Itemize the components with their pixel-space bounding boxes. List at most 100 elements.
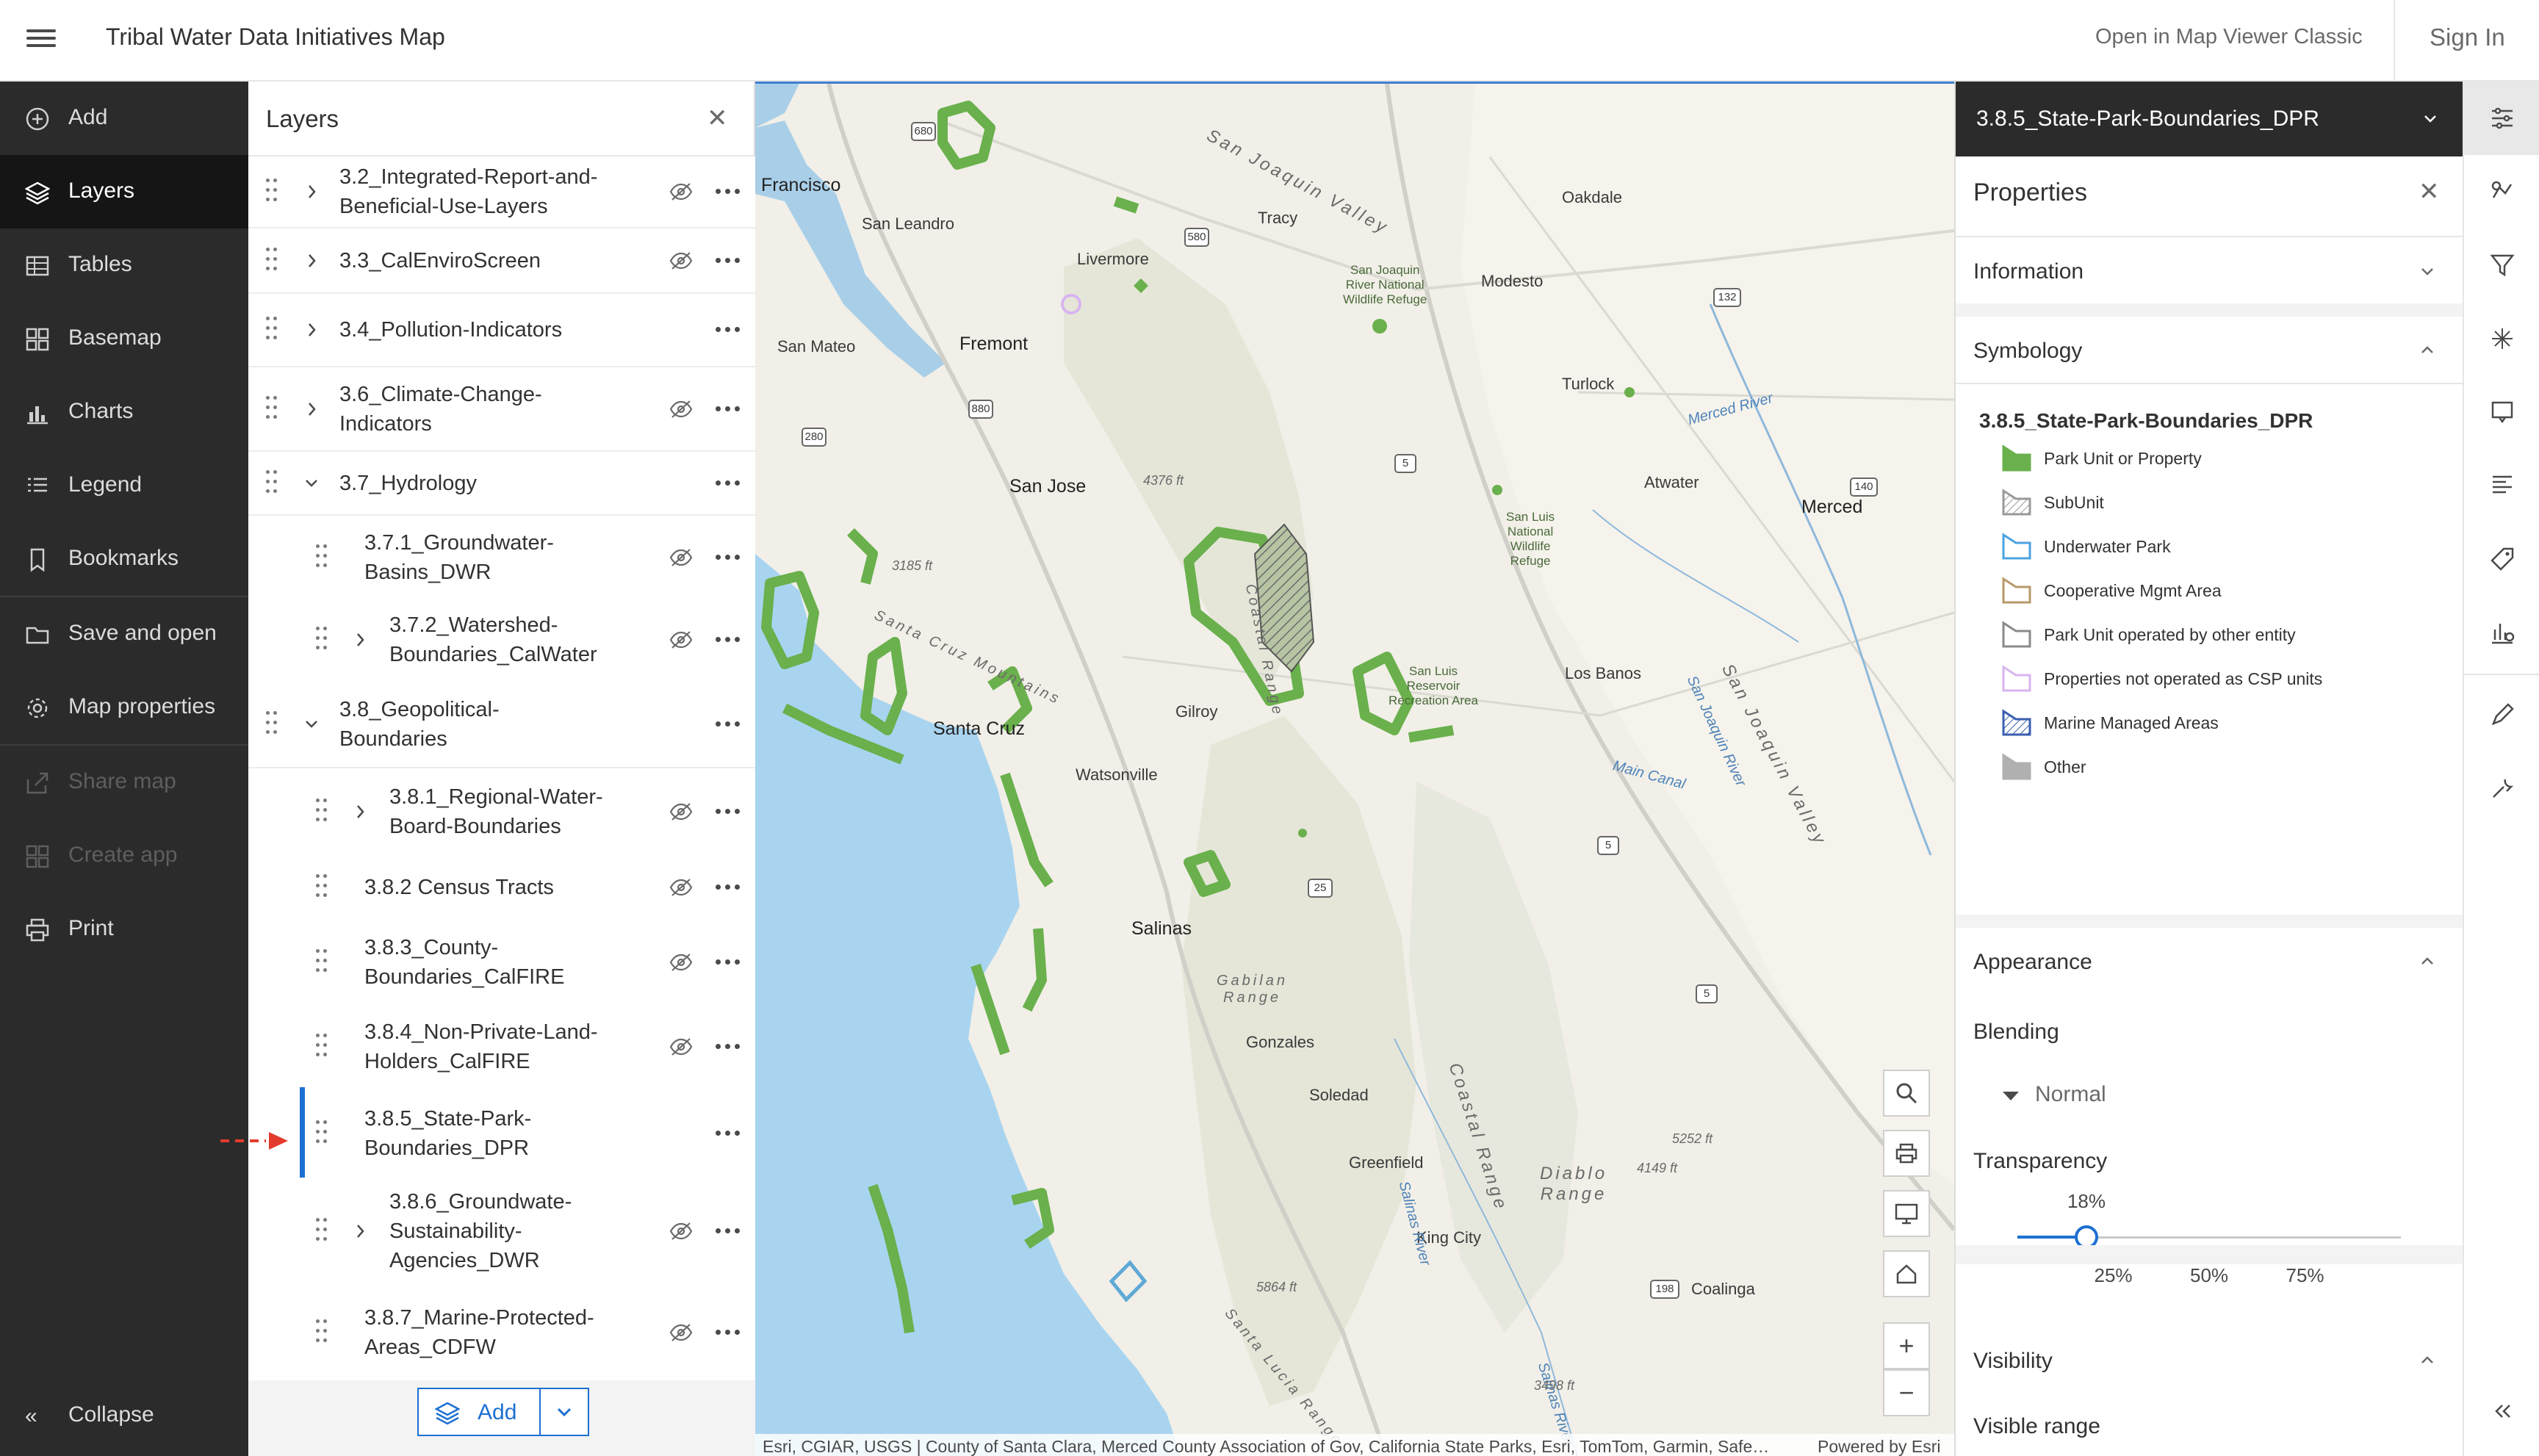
layer-row[interactable]: 3.7.2_Watershed- Boundaries_CalWater (248, 599, 755, 681)
more-options-icon[interactable] (716, 406, 742, 412)
eye-off-icon[interactable] (669, 1037, 694, 1057)
drag-handle-icon[interactable] (266, 395, 281, 422)
layer-row[interactable]: 3.8.5_State-Park- Boundaries_DPR (248, 1087, 755, 1179)
nav-legend[interactable]: Legend (0, 449, 248, 522)
drag-handle-icon[interactable] (316, 873, 331, 901)
eye-off-icon[interactable] (669, 399, 694, 419)
layer-row[interactable]: 3.8_Geopolitical- Boundaries (248, 681, 755, 768)
chevron-right-icon[interactable] (303, 181, 320, 202)
drag-handle-icon[interactable] (316, 1217, 331, 1244)
open-classic-link[interactable]: Open in Map Viewer Classic (2095, 25, 2363, 49)
eye-off-icon[interactable] (669, 952, 694, 973)
nav-map-properties[interactable]: Map properties (0, 671, 248, 744)
drag-handle-icon[interactable] (266, 710, 281, 738)
close-icon[interactable]: ✕ (2419, 177, 2440, 206)
more-options-icon[interactable] (716, 189, 742, 195)
eye-off-icon[interactable] (669, 1322, 694, 1343)
sign-in-button[interactable]: Sign In (2430, 24, 2505, 51)
styles-tool-button[interactable] (2464, 155, 2539, 228)
drag-handle-icon[interactable] (266, 469, 281, 497)
information-section-header[interactable]: Information (1956, 237, 2464, 303)
more-options-icon[interactable] (716, 1329, 742, 1336)
layer-row[interactable]: 3.3_CalEnviroScreen (248, 228, 755, 294)
map-fullscreen-button[interactable] (1883, 1190, 1930, 1237)
layer-row[interactable]: 3.8.7_Marine-Protected- Areas_CDFW (248, 1284, 755, 1380)
layer-row[interactable]: 3.8.3_County- Boundaries_CalFIRE (248, 919, 755, 1005)
map-print-button[interactable] (1883, 1130, 1930, 1177)
collapse-toolbar-button[interactable] (2464, 1374, 2539, 1448)
filter-tool-button[interactable] (2464, 228, 2539, 302)
chevron-right-icon[interactable] (303, 399, 320, 419)
sketch-tool-button[interactable] (2464, 678, 2539, 752)
map-home-button[interactable] (1883, 1250, 1930, 1297)
map-view[interactable]: 680 580 132 880 280 5 140 25 5 5 198 Fra… (755, 82, 1954, 1456)
layer-row[interactable]: 3.8.6_Groundwate- Sustainability- Agenci… (248, 1178, 755, 1284)
map-search-button[interactable] (1883, 1070, 1930, 1117)
eye-off-icon[interactable] (669, 1221, 694, 1241)
drag-handle-icon[interactable] (316, 1034, 331, 1060)
effects-tool-button[interactable] (2464, 302, 2539, 375)
powered-by-esri-link[interactable]: Powered by Esri (1818, 1437, 1940, 1456)
drag-handle-icon[interactable] (316, 799, 331, 825)
more-options-icon[interactable] (716, 327, 742, 333)
nav-bookmarks[interactable]: Bookmarks (0, 522, 248, 596)
eye-off-icon[interactable] (669, 251, 694, 271)
chevron-down-icon[interactable] (303, 473, 320, 494)
fields-tool-button[interactable] (2464, 449, 2539, 522)
properties-tool-button[interactable] (2464, 82, 2539, 155)
popups-tool-button[interactable] (2464, 375, 2539, 449)
nav-print[interactable]: Print (0, 893, 248, 966)
chevron-right-icon[interactable] (351, 630, 369, 650)
more-options-icon[interactable] (716, 554, 742, 561)
labels-tool-button[interactable] (2464, 522, 2539, 596)
layer-row[interactable]: 3.2_Integrated-Report-and- Beneficial-Us… (248, 156, 755, 228)
more-options-icon[interactable] (716, 884, 742, 890)
more-options-icon[interactable] (716, 257, 742, 264)
nav-layers[interactable]: Layers (0, 155, 248, 228)
more-options-icon[interactable] (716, 637, 742, 643)
eye-off-icon[interactable] (669, 181, 694, 202)
layer-row[interactable]: 3.8.2 Census Tracts (248, 855, 755, 919)
layer-row[interactable]: 3.7.1_Groundwater- Basins_DWR (248, 516, 755, 599)
layer-row[interactable]: 3.7_Hydrology (248, 452, 755, 516)
eye-off-icon[interactable] (669, 877, 694, 898)
nav-tables[interactable]: Tables (0, 228, 248, 302)
more-options-icon[interactable] (716, 721, 742, 727)
eye-off-icon[interactable] (669, 801, 694, 822)
more-options-icon[interactable] (716, 959, 742, 965)
more-options-icon[interactable] (716, 480, 742, 486)
more-options-icon[interactable] (716, 1228, 742, 1234)
layer-row[interactable]: 3.4_Pollution-Indicators (248, 294, 755, 367)
drag-handle-icon[interactable] (266, 317, 281, 343)
chevron-right-icon[interactable] (351, 801, 369, 822)
layer-selector[interactable]: 3.8.5_State-Park-Boundaries_DPR (1956, 82, 2464, 156)
nav-charts[interactable]: Charts (0, 375, 248, 449)
chevron-right-icon[interactable] (303, 320, 320, 340)
drag-handle-icon[interactable] (266, 179, 281, 205)
add-layer-button[interactable]: Add (417, 1388, 541, 1436)
zoom-out-button[interactable]: − (1883, 1369, 1930, 1416)
nav-save-open[interactable]: Save and open (0, 597, 248, 671)
drag-handle-icon[interactable] (316, 1319, 331, 1346)
more-options-icon[interactable] (716, 1044, 742, 1050)
configure-tool-button[interactable] (2464, 752, 2539, 825)
chevron-right-icon[interactable] (303, 251, 320, 271)
zoom-in-button[interactable]: + (1883, 1322, 1930, 1369)
drag-handle-icon[interactable] (266, 247, 281, 274)
menu-icon[interactable] (26, 25, 56, 54)
more-options-icon[interactable] (716, 1130, 742, 1136)
drag-handle-icon[interactable] (316, 544, 331, 571)
eye-off-icon[interactable] (669, 630, 694, 650)
layer-row[interactable]: 3.6_Climate-Change- Indicators (248, 367, 755, 452)
visibility-section-header[interactable]: Visibility (1956, 1327, 2464, 1393)
symbology-section-header[interactable]: Symbology (1956, 317, 2464, 383)
eye-off-icon[interactable] (669, 547, 694, 568)
appearance-section-header[interactable]: Appearance (1956, 928, 2464, 994)
drag-handle-icon[interactable] (316, 627, 331, 653)
drag-handle-icon[interactable] (316, 948, 331, 976)
nav-collapse[interactable]: « Collapse (0, 1379, 248, 1452)
close-icon[interactable]: ✕ (707, 104, 728, 133)
layer-row[interactable]: 3.8.4_Non-Private-Land- Holders_CalFIRE (248, 1005, 755, 1089)
more-options-icon[interactable] (716, 809, 742, 815)
add-layer-dropdown[interactable] (539, 1388, 589, 1436)
